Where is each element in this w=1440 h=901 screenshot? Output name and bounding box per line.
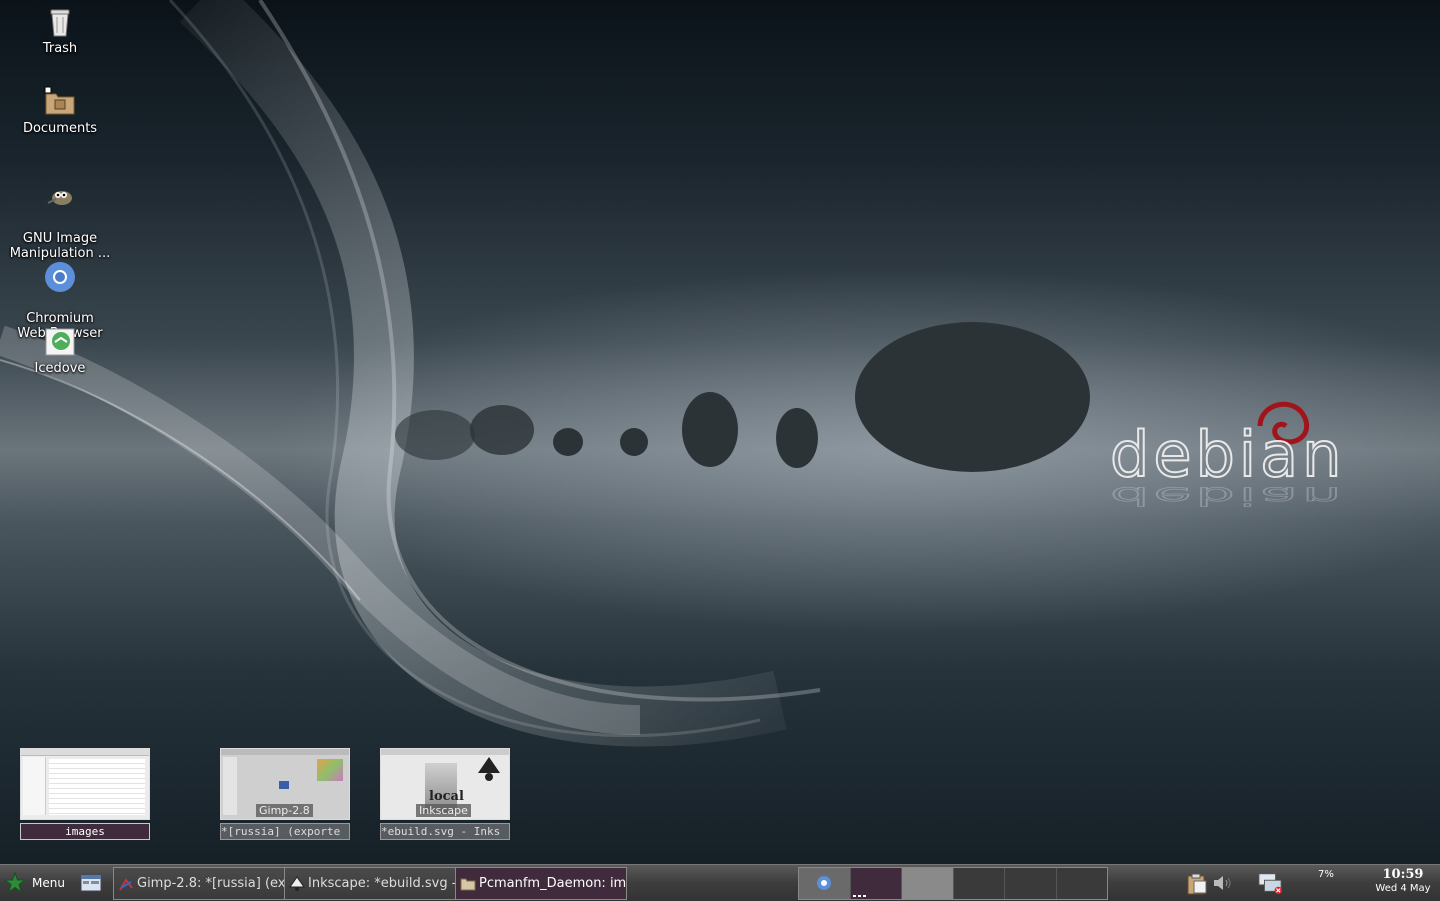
desktop-icon-label: Documents [22,121,98,136]
gimp-icon [119,877,133,891]
clipboard-icon[interactable] [1184,871,1208,895]
icedove-icon [45,328,75,356]
workspace-5[interactable] [1005,868,1057,899]
window-thumbnail-caption: *ebuild.svg - Inks [380,823,510,840]
window-preview [20,748,150,820]
window-thumbnail-gimp[interactable]: Gimp-2.8 *[russia] (exporte [220,748,350,840]
trash-icon [50,9,70,37]
workspace-2[interactable] [850,868,902,899]
workspace-3[interactable] [902,868,954,899]
task-gimp[interactable]: Gimp-2.8: *[russia] (exp [113,867,285,900]
folder-icon [460,878,476,890]
task-label: Pcmanfm_Daemon: ima [479,876,627,891]
task-label: Inkscape: *ebuild.svg - [308,876,456,891]
window-preview: local Inkscape [380,748,510,820]
volume-icon[interactable] [1212,871,1234,895]
svg-text:debian: debian [1110,418,1345,491]
menu-button[interactable]: Menu [4,871,65,895]
chromium-icon [817,876,831,890]
desktop-icon-label: Icedove [34,361,86,376]
clock-time: 10:59 [1382,867,1424,882]
desktop-icon-trash[interactable]: Trash [0,6,120,56]
task-label: Gimp-2.8: *[russia] (exp [137,876,285,891]
desktop-icon-label: Trash [42,41,78,56]
window-thumbnail-caption: *[russia] (exporte [220,823,350,840]
svg-text:debian: debian [1110,481,1345,510]
taskbar: Menu Gimp-2.8: *[russia] (exp Inkscape: … [0,864,1440,901]
workspace-1[interactable] [799,868,851,899]
window-thumbnail-app-label: Inkscape [416,804,471,817]
workspace-pager [798,867,1108,900]
window-thumbnail-images[interactable]: images [20,748,150,840]
menu-star-icon [4,872,26,894]
cpu-usage: 7% [1318,869,1334,880]
desktop-icon-icedove[interactable]: Icedove [0,326,120,376]
workspace-4[interactable] [953,868,1005,899]
folder-icon [44,86,75,115]
network-disconnected-icon[interactable] [1256,871,1284,895]
task-pcmanfm[interactable]: Pcmanfm_Daemon: ima [455,867,627,900]
window-preview: Gimp-2.8 [220,748,350,820]
gimp-icon [47,191,72,205]
clock[interactable]: 10:59 Wed 4 May [1366,867,1440,895]
show-desktop-icon[interactable] [80,874,102,892]
window-thumbnail-caption: images [20,823,150,840]
window-thumbnail-inkscape[interactable]: local Inkscape *ebuild.svg - Inks [380,748,510,840]
debian-logo: debian debian [1110,401,1345,511]
workspace-6[interactable] [1056,868,1107,899]
inkscape-icon [478,757,500,781]
desktop-icon-documents[interactable]: Documents [0,86,120,136]
menu-label: Menu [32,876,65,890]
window-thumbnail-app-label: Gimp-2.8 [256,804,313,817]
inkscape-canvas-text: local [429,789,464,804]
inkscape-icon [289,875,305,891]
task-inkscape[interactable]: Inkscape: *ebuild.svg - [284,867,456,900]
clock-date: Wed 4 May [1375,883,1431,894]
chromium-icon [45,262,75,292]
